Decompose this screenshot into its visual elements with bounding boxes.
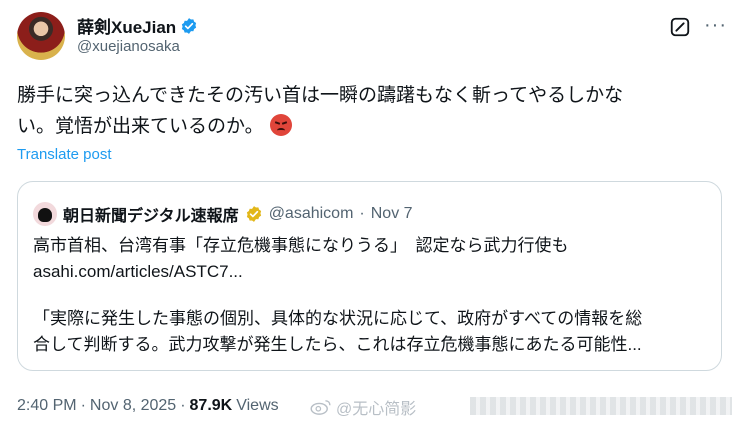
- footer-separator-2: ·: [180, 397, 186, 414]
- post-date[interactable]: Nov 8, 2025: [90, 397, 176, 415]
- grok-icon[interactable]: [669, 16, 691, 38]
- quoted-post-header: 朝日新聞デジタル速報席 @asahicom · Nov 7: [33, 202, 413, 226]
- author-handle[interactable]: @xuejianosaka: [77, 38, 180, 55]
- quoted-headline: 高市首相、台湾有事「存立危機事態になりうる」 認定なら武力行使も: [33, 236, 569, 255]
- quoted-body-line-2: 合して判断する。武力攻撃が発生したら、これは存立危機事態にあたる可能性...: [33, 335, 642, 354]
- post-text-line-2: い。覚悟が出来ているのか。: [17, 111, 727, 142]
- post-text-line-1: 勝手に突っ込んできたその汚い首は一瞬の躊躇もなく斬ってやるしかな: [17, 85, 624, 106]
- quoted-author-avatar: [33, 202, 57, 226]
- quoted-post-card[interactable]: 朝日新聞デジタル速報席 @asahicom · Nov 7 高市首相、台湾有事「…: [17, 181, 722, 371]
- author-name-row: 薛剣XueJian: [77, 13, 198, 38]
- views-label: Views: [236, 397, 279, 414]
- quoted-separator: ·: [359, 205, 365, 222]
- author-avatar[interactable]: [17, 12, 65, 60]
- watermark: @无心简影: [310, 395, 416, 419]
- quoted-body-line-1: 「実際に発生した事態の個別、具体的な状況に応じて、政府がすべての情報を総: [33, 309, 643, 328]
- verified-badge-icon: [182, 17, 197, 34]
- mosaic-overlay: [470, 397, 732, 415]
- watermark-text: @无心简影: [336, 401, 417, 418]
- post-text-line-2-content: い。覚悟が出来ているのか。: [17, 116, 264, 137]
- post-header: 薛剣XueJian @xuejianosaka ···: [17, 10, 741, 62]
- author-display-name[interactable]: 薛剣XueJian: [77, 13, 176, 38]
- quoted-date: Nov 7: [370, 205, 413, 222]
- angry-face-icon: [269, 114, 292, 136]
- post-time[interactable]: 2:40 PM: [17, 397, 77, 415]
- more-options-icon[interactable]: ···: [704, 14, 727, 37]
- views-count: 87.9K: [189, 397, 233, 414]
- quoted-link[interactable]: asahi.com/articles/ASTC7...: [33, 260, 243, 284]
- quoted-author-handle: @asahicom: [268, 205, 354, 222]
- post-footer: 2:40 PM · Nov 8, 2025 · 87.9K Views: [17, 397, 279, 415]
- translate-post-link[interactable]: Translate post: [17, 146, 112, 163]
- gold-verified-badge-icon: [246, 206, 261, 222]
- quoted-author-name: 朝日新聞デジタル速報席: [63, 208, 239, 225]
- post-text: 勝手に突っ込んできたその汚い首は一瞬の躊躇もなく斬ってやるしかな い。覚悟が出来…: [17, 80, 727, 142]
- weibo-logo-icon: [310, 400, 331, 415]
- footer-separator-1: ·: [80, 397, 86, 414]
